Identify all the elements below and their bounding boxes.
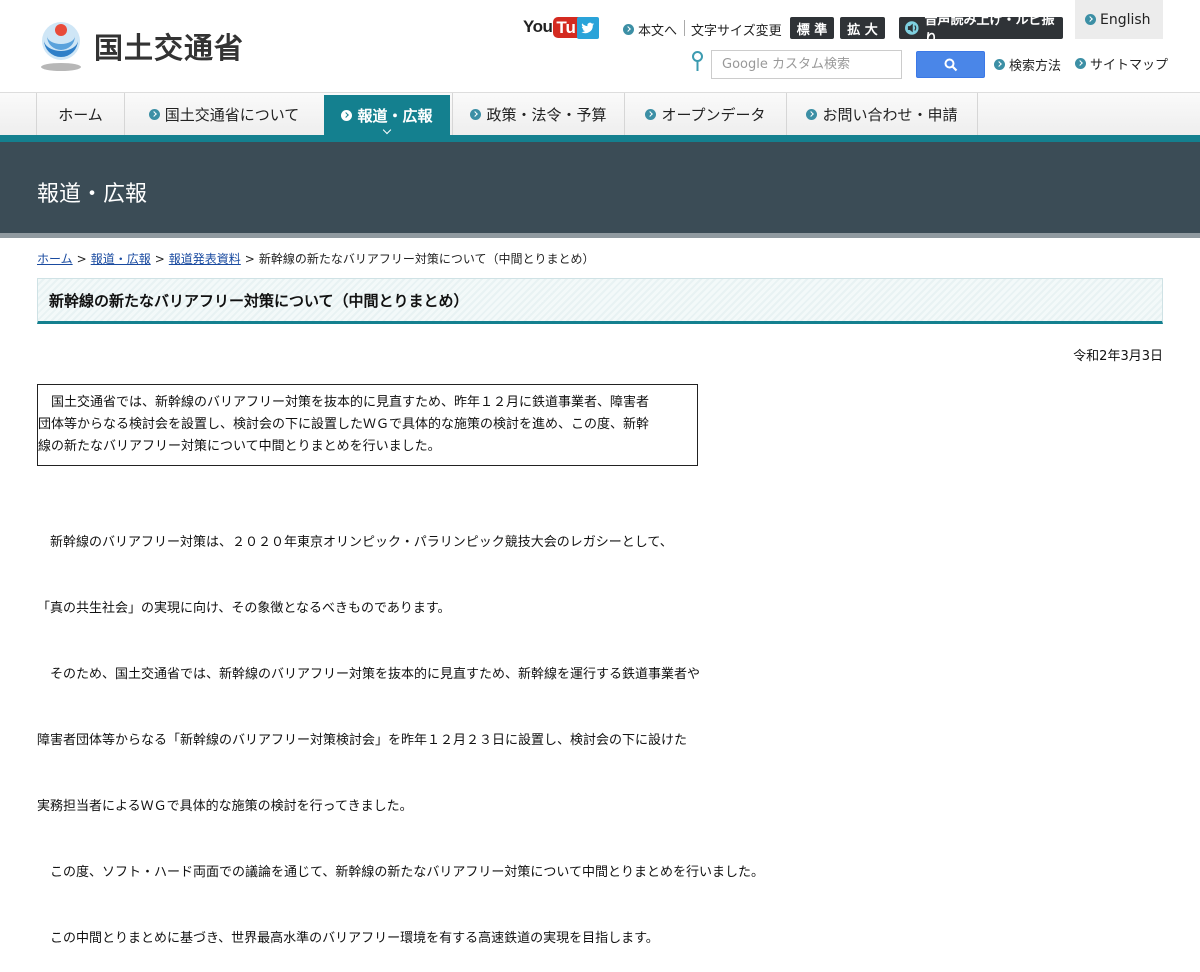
body-line: 障害者団体等からなる「新幹線のバリアフリー対策検討会」を昨年１２月２３日に設置し… <box>37 733 688 748</box>
breadcrumb-releases[interactable]: 報道発表資料 <box>169 252 241 266</box>
global-nav-underline <box>0 135 1200 142</box>
sitemap-link[interactable]: サイトマップ <box>1075 54 1168 73</box>
publish-date: 令和2年3月3日 <box>1073 349 1163 364</box>
body-line: 新幹線のバリアフリー対策は、２０２０年東京オリンピック・パラリンピック競技大会の… <box>37 535 673 550</box>
arrow-circle-icon <box>994 59 1005 70</box>
section-title: 報道・広報 <box>37 182 148 207</box>
nav-item-contact[interactable]: お問い合わせ・申請 <box>786 93 978 135</box>
breadcrumb-home[interactable]: ホーム <box>37 252 73 266</box>
font-size-text: 文字サイズ変更 <box>691 24 782 39</box>
nav-item-about[interactable]: 国土交通省について <box>124 93 323 135</box>
arrow-circle-icon <box>470 108 482 120</box>
breadcrumb: ホーム > 報道・広報 > 報道発表資料 > 新幹線の新たなバリアフリー対策について（中間と… <box>37 250 595 267</box>
arrow-circle-icon <box>1085 14 1096 25</box>
nav-item-policy[interactable]: 政策・法令・予算 <box>452 93 624 135</box>
summary-line: 国土交通省では、新幹線のバリアフリー対策を抜本的に見直すため、昨年１２月に鉄道事… <box>38 395 650 410</box>
nav-item-label: 国土交通省について <box>164 105 300 124</box>
english-label: English <box>1100 11 1151 28</box>
body-line: そのため、国土交通省では、新幹線のバリアフリー対策を抜本的に見直すため、新幹線を… <box>37 667 701 682</box>
nav-item-label: ホーム <box>58 105 103 124</box>
site-logo[interactable]: 国土交通省 <box>36 20 244 72</box>
search-method-link[interactable]: 検索方法 <box>994 55 1061 74</box>
skip-to-main-link[interactable]: 本文へ <box>623 20 677 39</box>
breadcrumb-separator: > <box>76 252 87 266</box>
page-title-text: 新幹線の新たなバリアフリー対策について（中間とりまとめ） <box>49 291 469 310</box>
arrow-circle-icon <box>1075 58 1086 69</box>
body-line: この度、ソフト・ハード両面での議論を通じて、新幹線の新たなバリアフリー対策につい… <box>37 865 764 880</box>
search-icon <box>944 58 957 71</box>
skip-to-main-label: 本文へ <box>638 24 678 39</box>
twitter-icon[interactable] <box>577 17 599 39</box>
nav-item-label: 政策・法令・予算 <box>486 105 607 124</box>
arrow-circle-icon <box>806 108 818 120</box>
read-aloud-button[interactable]: 音声読み上げ・ルビ振り <box>899 13 1063 47</box>
arrow-circle-icon <box>623 24 634 35</box>
nav-item-open-data[interactable]: オープンデータ <box>624 93 786 135</box>
body-line: 実務担当者によるＷＧで具体的な施策の検討を行ってきました。 <box>37 799 413 814</box>
sitemap-label: サイトマップ <box>1090 58 1169 73</box>
body-line: この中間とりまとめに基づき、世界最高水準のバリアフリー環境を有する高速鉄道の実現… <box>37 931 659 946</box>
font-large-button[interactable]: 拡 大 <box>840 17 885 39</box>
summary-line: 線の新たなバリアフリー対策について中間とりまとめを行いました。 <box>38 439 441 454</box>
site-name: 国土交通省 <box>94 31 245 65</box>
section-band <box>0 142 1200 233</box>
location-pin-icon <box>692 51 703 71</box>
header-divider <box>684 20 685 36</box>
section-band-shadow <box>0 233 1200 238</box>
english-link[interactable]: English <box>1075 0 1163 39</box>
breadcrumb-separator: > <box>244 252 255 266</box>
nav-item-home[interactable]: ホーム <box>36 93 124 135</box>
breadcrumb-current: 新幹線の新たなバリアフリー対策について（中間とりまとめ） <box>258 252 595 266</box>
arrow-circle-icon <box>148 108 160 120</box>
article-body: 新幹線のバリアフリー対策は、２０２０年東京オリンピック・パラリンピック競技大会の… <box>37 488 764 972</box>
search-method-label: 検索方法 <box>1009 59 1062 74</box>
nav-item-label: オープンデータ <box>661 105 766 124</box>
nav-item-label: お問い合わせ・申請 <box>822 105 958 124</box>
font-size-label: 文字サイズ変更 <box>691 20 782 39</box>
search-input[interactable] <box>711 50 902 79</box>
arrow-circle-icon <box>645 108 657 120</box>
page-title: 新幹線の新たなバリアフリー対策について（中間とりまとめ） <box>37 278 1163 324</box>
summary-line: 団体等からなる検討会を設置し、検討会の下に設置したＷＧで具体的な施策の検討を進め… <box>38 417 650 432</box>
breadcrumb-press[interactable]: 報道・広報 <box>91 252 151 266</box>
youtube-you: You <box>523 17 553 36</box>
nav-item-label: 報道・広報 <box>357 107 433 125</box>
body-line: 「真の共生社会」の実現に向け、その象徴となるべきものであります。 <box>37 601 451 616</box>
chevron-down-icon <box>382 125 392 135</box>
read-aloud-label: 音声読み上げ・ルビ振り <box>924 13 1055 47</box>
summary-box: 国土交通省では、新幹線のバリアフリー対策を抜本的に見直すため、昨年１２月に鉄道事… <box>37 384 698 466</box>
arrow-circle-icon <box>341 110 353 121</box>
search-button[interactable] <box>916 51 985 78</box>
nav-item-press[interactable]: 報道・広報 <box>324 95 450 136</box>
font-standard-button[interactable]: 標 準 <box>790 17 834 39</box>
speaker-icon <box>905 21 919 35</box>
mlit-logo-icon <box>41 22 81 71</box>
breadcrumb-separator: > <box>154 252 165 266</box>
